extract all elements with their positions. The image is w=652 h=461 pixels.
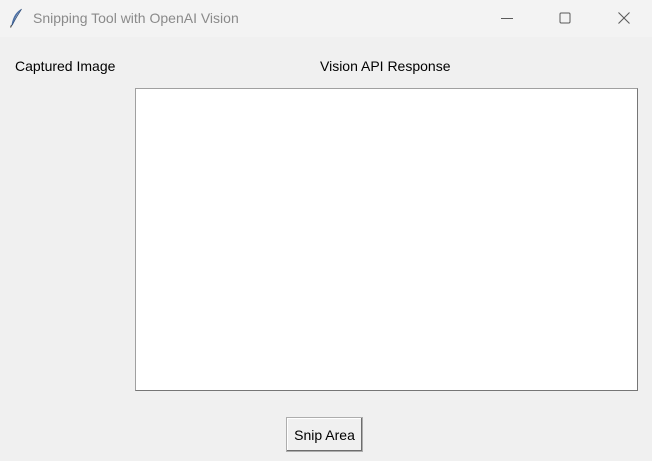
minimize-icon bbox=[501, 18, 513, 19]
close-icon bbox=[618, 12, 630, 24]
feather-icon bbox=[9, 8, 23, 28]
maximize-button[interactable] bbox=[542, 0, 588, 37]
snip-area-button[interactable]: Snip Area bbox=[286, 417, 363, 452]
title-bar[interactable]: Snipping Tool with OpenAI Vision bbox=[0, 0, 652, 37]
response-label: Vision API Response bbox=[320, 58, 451, 74]
minimize-button[interactable] bbox=[484, 0, 530, 37]
close-button[interactable] bbox=[601, 0, 647, 37]
app-window: Snipping Tool with OpenAI Vision Capture… bbox=[0, 0, 652, 461]
window-title: Snipping Tool with OpenAI Vision bbox=[33, 10, 239, 26]
maximize-icon bbox=[559, 12, 571, 24]
response-textbox[interactable] bbox=[135, 88, 638, 391]
captured-image-label: Captured Image bbox=[15, 58, 116, 74]
